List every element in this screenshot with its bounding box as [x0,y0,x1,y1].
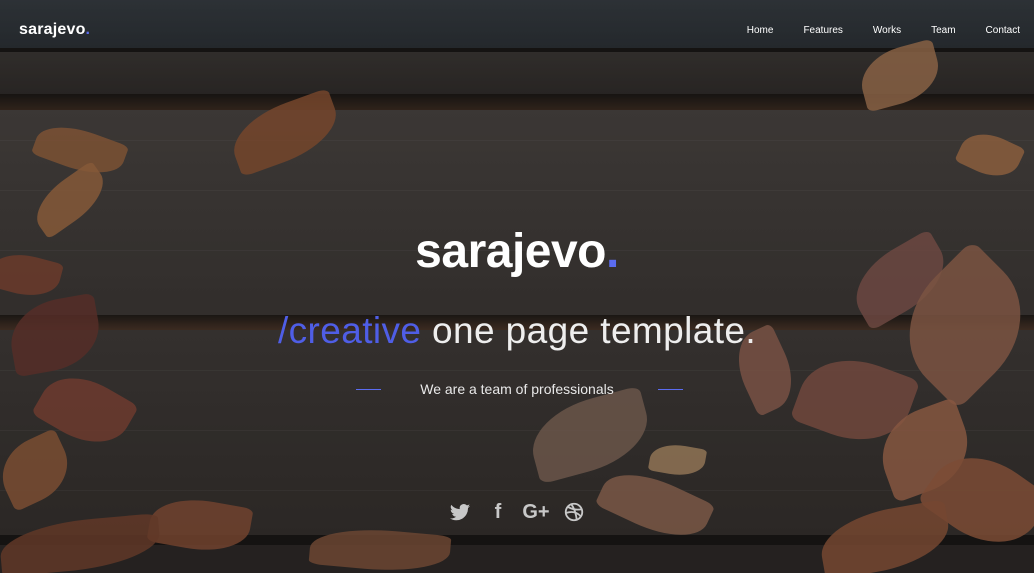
overlay-shade [0,0,1034,573]
nav-works[interactable]: Works [873,25,901,36]
subline-rule-right [658,389,683,390]
tagline-accent: /creative [277,310,422,351]
hero-subline: We are a team of professionals [420,381,614,397]
hero-title-dot: . [605,225,619,278]
nav-team[interactable]: Team [931,25,955,36]
dribbble-icon[interactable] [562,500,586,524]
hero-title-text: sarajevo [415,225,606,278]
top-navbar: sarajevo. Home Features Works Team Conta… [0,0,1034,64]
hero-title: sarajevo. [0,224,1034,279]
social-links: f G+ [0,500,1034,524]
nav-home[interactable]: Home [747,25,774,36]
google-plus-icon[interactable]: G+ [522,500,549,524]
nav-contact[interactable]: Contact [986,25,1020,36]
nav-features[interactable]: Features [803,25,842,36]
hero-tagline: /creative one page template. [0,310,1034,352]
tagline-rest: one page template. [421,310,757,351]
facebook-icon[interactable]: f [486,500,510,524]
twitter-icon[interactable] [448,500,472,524]
hero-section: sarajevo. Home Features Works Team Conta… [0,0,1034,573]
nav-menu: Home Features Works Team Contact [717,25,1020,36]
brand-name: sarajevo [19,21,86,38]
brand-logo[interactable]: sarajevo. [19,21,90,39]
brand-dot: . [85,21,91,38]
